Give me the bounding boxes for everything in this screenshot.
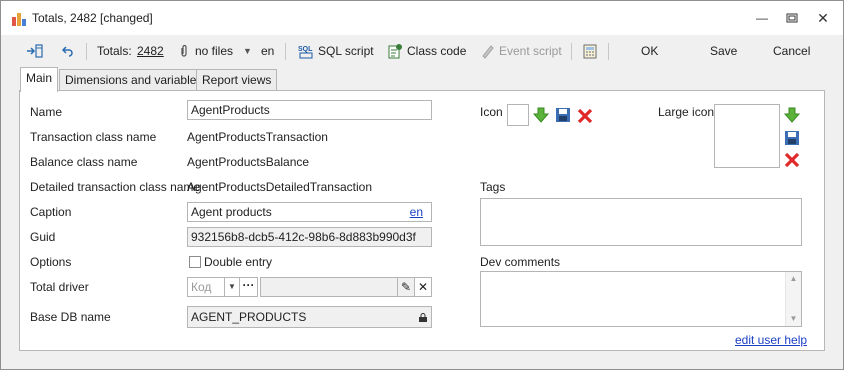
- separator: [285, 43, 286, 60]
- cancel-button[interactable]: Cancel: [773, 42, 810, 60]
- svg-text:SQL: SQL: [298, 46, 313, 53]
- class-code-button[interactable]: Class code: [407, 42, 466, 60]
- save-icon[interactable]: [554, 106, 572, 124]
- detailed-transaction-label: Detailed transaction class name: [30, 180, 201, 194]
- chevron-down-icon[interactable]: ▼: [243, 42, 252, 60]
- caption-language-link[interactable]: en: [410, 203, 423, 221]
- tab-main[interactable]: Main: [20, 67, 59, 92]
- tab-strip: Main Dimensions and variables Report vie…: [1, 67, 843, 92]
- event-script-icon: [482, 45, 494, 59]
- base-db-label: Base DB name: [30, 310, 111, 324]
- detailed-transaction-value: AgentProductsDetailedTransaction: [187, 180, 372, 194]
- calculator-icon[interactable]: [582, 43, 598, 59]
- icon-preview: [507, 104, 529, 126]
- files-dropdown[interactable]: no files: [195, 42, 233, 60]
- scrollbar[interactable]: ▲ ▼: [785, 272, 801, 326]
- double-entry-label: Double entry: [204, 255, 273, 269]
- toolbar: Totals: 2482 no files ▼ en SQL SQL scrip…: [1, 35, 843, 67]
- minimize-button[interactable]: —: [752, 9, 772, 27]
- totals-number-link[interactable]: 2482: [137, 42, 164, 60]
- save-large-icon[interactable]: [783, 129, 801, 147]
- main-panel: Name AgentProducts Transaction class nam…: [19, 90, 825, 351]
- scroll-up-icon[interactable]: ▲: [786, 272, 801, 286]
- base-db-field[interactable]: AGENT_PRODUCTS: [187, 306, 432, 328]
- tags-label: Tags: [480, 180, 506, 194]
- language-selector[interactable]: en: [261, 42, 274, 60]
- event-script-button[interactable]: Event script: [499, 42, 562, 60]
- paperclip-icon[interactable]: [179, 44, 189, 58]
- undo-icon[interactable]: [60, 44, 74, 58]
- guid-field[interactable]: 932156b8-dcb5-412c-98b6-8d883b990d3f: [187, 227, 432, 247]
- tab-dimensions-and-variables[interactable]: Dimensions and variables: [59, 69, 209, 91]
- options-label: Options: [30, 255, 72, 269]
- add-to-panel-icon[interactable]: [25, 43, 43, 59]
- ok-button[interactable]: OK: [641, 42, 658, 60]
- dev-comments-textarea[interactable]: ▲ ▼: [480, 271, 802, 327]
- pencil-icon[interactable]: ✎: [397, 277, 415, 297]
- caption-input[interactable]: Agent products en: [187, 202, 432, 222]
- sql-script-icon: SQL: [298, 46, 313, 59]
- save-button[interactable]: Save: [710, 42, 737, 60]
- balance-class-value: AgentProductsBalance: [187, 155, 310, 169]
- driver-dropdown-button[interactable]: ▼: [224, 277, 240, 297]
- dev-comments-label: Dev comments: [480, 255, 561, 269]
- chart-bars-icon: [12, 13, 26, 26]
- guid-label: Guid: [30, 230, 56, 244]
- separator: [571, 43, 572, 60]
- large-icon-preview: [714, 104, 780, 168]
- tab-report-views[interactable]: Report views: [196, 69, 278, 91]
- edit-user-help-link[interactable]: edit user help: [735, 333, 807, 347]
- icon-label: Icon: [480, 105, 503, 119]
- clear-icon[interactable]: ✕: [414, 277, 432, 297]
- title-bar: Totals, 2482 [changed] — ✕: [1, 1, 843, 35]
- separator: [86, 43, 87, 60]
- close-window-button[interactable]: ✕: [813, 9, 833, 27]
- lock-icon: [419, 313, 427, 322]
- totals-label: Totals:: [97, 44, 132, 58]
- maximize-button[interactable]: [782, 9, 802, 27]
- load-large-icon[interactable]: [783, 106, 801, 124]
- name-label: Name: [30, 105, 63, 119]
- caption-label: Caption: [30, 205, 72, 219]
- window-title: Totals, 2482 [changed]: [32, 11, 153, 25]
- class-code-icon: [388, 44, 402, 59]
- total-driver-label: Total driver: [30, 280, 89, 294]
- large-icon-label: Large icon: [658, 105, 715, 119]
- delete-icon[interactable]: [576, 107, 594, 125]
- sql-script-button[interactable]: SQL script: [318, 42, 374, 60]
- balance-class-label: Balance class name: [30, 155, 138, 169]
- transaction-class-value: AgentProductsTransaction: [187, 130, 328, 144]
- base-db-value: AGENT_PRODUCTS: [191, 310, 307, 324]
- driver-name-field[interactable]: [260, 277, 398, 297]
- load-icon[interactable]: [532, 106, 550, 124]
- window: Totals, 2482 [changed] — ✕ Totals: 2482 …: [0, 0, 844, 370]
- double-entry-checkbox[interactable]: [189, 256, 201, 268]
- tags-input[interactable]: [480, 198, 802, 246]
- transaction-class-label: Transaction class name: [30, 130, 157, 144]
- restore-icon: [786, 13, 798, 23]
- separator: [608, 43, 609, 60]
- scroll-down-icon[interactable]: ▼: [786, 312, 801, 326]
- driver-ellipsis-button[interactable]: ···: [239, 277, 258, 297]
- caption-value: Agent products: [191, 205, 272, 219]
- driver-code-input[interactable]: Код: [187, 277, 225, 297]
- name-input[interactable]: AgentProducts: [187, 100, 432, 120]
- delete-large-icon[interactable]: [783, 151, 801, 169]
